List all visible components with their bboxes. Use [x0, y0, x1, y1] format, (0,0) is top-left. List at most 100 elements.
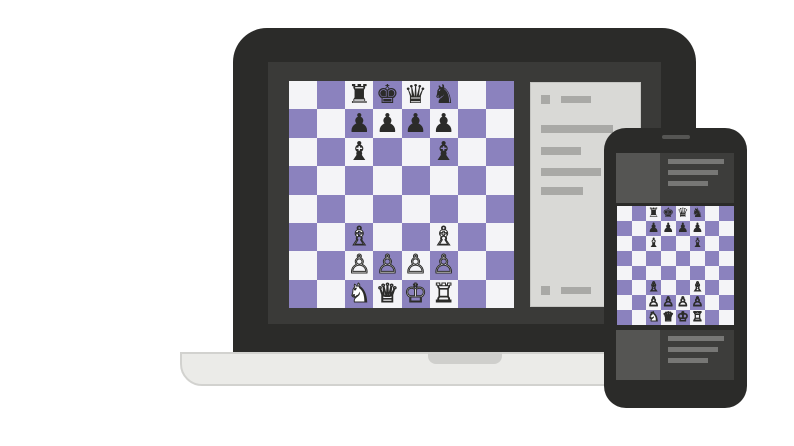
board-square[interactable]: [617, 235, 632, 251]
board-square[interactable]: ♕: [373, 279, 402, 308]
board-square[interactable]: [704, 235, 720, 251]
chess-piece-icon[interactable]: ♝: [646, 236, 661, 251]
chess-piece-icon[interactable]: ♔: [676, 310, 691, 325]
chess-piece-icon[interactable]: ♟: [373, 109, 401, 137]
board-square[interactable]: [660, 250, 676, 266]
board-square[interactable]: [719, 250, 734, 266]
chess-piece-icon[interactable]: ♙: [646, 295, 661, 310]
board-square[interactable]: [289, 194, 318, 223]
chess-piece-icon[interactable]: ♙: [690, 295, 705, 310]
chess-piece-icon[interactable]: ♗: [690, 280, 705, 295]
board-square[interactable]: [631, 235, 647, 251]
board-square[interactable]: ♜: [345, 81, 374, 110]
board-square[interactable]: [345, 194, 374, 223]
chess-piece-icon[interactable]: ♛: [676, 206, 691, 221]
board-square[interactable]: ♙: [675, 295, 691, 311]
board-square[interactable]: [345, 166, 374, 195]
chess-piece-icon[interactable]: ♗: [345, 223, 373, 251]
board-square[interactable]: ♙: [660, 295, 676, 311]
board-square[interactable]: ♞: [429, 81, 458, 110]
board-square[interactable]: [719, 280, 734, 296]
chess-piece-icon[interactable]: ♟: [676, 221, 691, 236]
chess-piece-icon[interactable]: ♟: [345, 109, 373, 137]
board-square[interactable]: ♞: [690, 206, 705, 221]
board-square[interactable]: [289, 222, 318, 252]
board-square[interactable]: [485, 251, 514, 280]
board-square[interactable]: ♜: [646, 206, 661, 221]
board-square[interactable]: [317, 137, 346, 167]
board-square[interactable]: [317, 279, 346, 308]
chess-piece-icon[interactable]: ♙: [373, 251, 401, 279]
board-square[interactable]: [457, 194, 486, 223]
board-square[interactable]: [429, 194, 458, 223]
board-square[interactable]: [704, 206, 720, 221]
board-square[interactable]: [660, 280, 676, 296]
board-square[interactable]: ♛: [401, 81, 430, 110]
board-square[interactable]: [457, 166, 486, 195]
board-square[interactable]: [631, 265, 647, 281]
chess-piece-icon[interactable]: ♝: [430, 138, 458, 166]
board-square[interactable]: [617, 265, 632, 281]
board-square[interactable]: ♔: [401, 279, 430, 308]
board-square[interactable]: [675, 265, 691, 281]
chess-piece-icon[interactable]: ♞: [345, 280, 373, 308]
board-square[interactable]: [485, 222, 514, 252]
board-square[interactable]: [675, 250, 691, 266]
board-square[interactable]: [617, 280, 632, 296]
board-square[interactable]: ♙: [429, 251, 458, 280]
board-square[interactable]: ♛: [675, 206, 691, 221]
board-square[interactable]: [646, 250, 661, 266]
chess-piece-icon[interactable]: ♛: [402, 81, 430, 109]
board-square[interactable]: [485, 279, 514, 308]
board-square[interactable]: [719, 265, 734, 281]
board-square[interactable]: [704, 310, 720, 325]
chess-piece-icon[interactable]: ♟: [402, 109, 430, 137]
board-square[interactable]: [317, 166, 346, 195]
board-square[interactable]: ♖: [690, 310, 705, 325]
board-square[interactable]: [485, 137, 514, 167]
chess-piece-icon[interactable]: ♙: [402, 251, 430, 279]
board-square[interactable]: [704, 265, 720, 281]
board-square[interactable]: [719, 206, 734, 221]
board-square[interactable]: [631, 280, 647, 296]
board-square[interactable]: [485, 194, 514, 223]
board-square[interactable]: ♝: [345, 137, 374, 167]
board-square[interactable]: [690, 265, 705, 281]
board-square[interactable]: [317, 194, 346, 223]
board-square[interactable]: [373, 222, 402, 252]
chess-piece-icon[interactable]: ♔: [402, 280, 430, 308]
chess-piece-icon[interactable]: ♙: [345, 251, 373, 279]
board-square[interactable]: [485, 109, 514, 138]
board-square[interactable]: [373, 166, 402, 195]
board-square[interactable]: [289, 166, 318, 195]
board-square[interactable]: [401, 194, 430, 223]
board-square[interactable]: [457, 279, 486, 308]
chess-piece-icon[interactable]: ♚: [661, 206, 676, 221]
board-square[interactable]: [675, 235, 691, 251]
board-square[interactable]: ♙: [345, 251, 374, 280]
board-square[interactable]: ♙: [646, 295, 661, 311]
laptop-chess-board[interactable]: ♜ ♚ ♛ ♞ ♟ ♟ ♟ ♟ ♝ ♝ ♗ ♗ ♙ ♙ ♙ ♙ ♞ ♕ ♔ ♖: [289, 81, 514, 308]
chess-piece-icon[interactable]: ♙: [430, 251, 458, 279]
chess-piece-icon[interactable]: ♞: [690, 206, 705, 221]
board-square[interactable]: ♖: [429, 279, 458, 308]
board-square[interactable]: ♟: [660, 220, 676, 236]
board-square[interactable]: ♟: [429, 109, 458, 138]
chess-piece-icon[interactable]: ♕: [661, 310, 676, 325]
board-square[interactable]: [457, 222, 486, 252]
board-square[interactable]: [617, 250, 632, 266]
board-square[interactable]: [660, 235, 676, 251]
board-square[interactable]: [719, 310, 734, 325]
board-square[interactable]: ♙: [401, 251, 430, 280]
board-square[interactable]: [485, 81, 514, 110]
board-square[interactable]: [719, 220, 734, 236]
board-square[interactable]: [457, 109, 486, 138]
board-square[interactable]: [704, 220, 720, 236]
board-square[interactable]: ♝: [690, 235, 705, 251]
board-square[interactable]: ♚: [660, 206, 676, 221]
board-square[interactable]: [646, 265, 661, 281]
board-square[interactable]: [719, 295, 734, 311]
board-square[interactable]: [485, 166, 514, 195]
board-square[interactable]: [289, 251, 318, 280]
board-square[interactable]: ♟: [345, 109, 374, 138]
